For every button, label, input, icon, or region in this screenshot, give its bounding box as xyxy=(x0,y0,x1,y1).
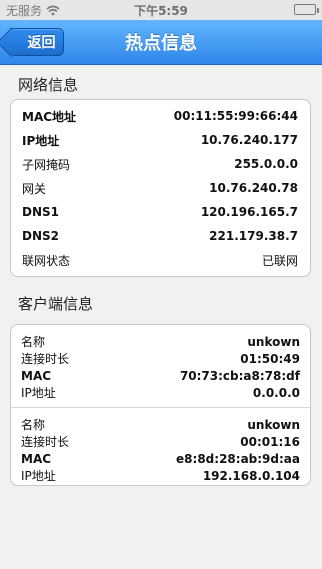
client-mac-value: e8:8d:28:ab:9d:aa xyxy=(176,451,300,466)
mac-address-label: MAC地址 xyxy=(22,109,77,124)
mac-address-value: 00:11:55:99:66:44 xyxy=(173,109,298,123)
client-mac-value: 70:73:cb:a8:78:df xyxy=(179,368,300,383)
gateway-row: 网关 10.76.240.78 xyxy=(11,176,310,200)
clients-card: 名称 unkown 连接时长 01:50:49 MAC 70:73:cb:a8:… xyxy=(10,324,311,486)
subnet-mask-value: 255.0.0.0 xyxy=(234,157,298,171)
client-duration-value: 00:01:16 xyxy=(240,434,300,449)
client-duration-label: 连接时长 xyxy=(21,435,70,449)
client-name-value: unkown xyxy=(247,334,300,349)
ip-address-value: 10.76.240.177 xyxy=(200,133,298,147)
client-ip-row: IP地址 0.0.0.0 xyxy=(21,384,300,401)
client-name-value: unkown xyxy=(247,417,300,432)
ip-address-label: IP地址 xyxy=(22,133,60,148)
network-section-title: 网络信息 xyxy=(18,76,79,94)
nav-bar: 返回 热点信息 xyxy=(0,20,322,65)
network-info-card: MAC地址 00:11:55:99:66:44 IP地址 10.76.240.1… xyxy=(10,99,311,277)
subnet-mask-label: 子网掩码 xyxy=(22,157,71,172)
client-mac-label: MAC xyxy=(21,368,52,383)
client-item: 名称 unkown 连接时长 01:50:49 MAC 70:73:cb:a8:… xyxy=(11,325,310,407)
ip-address-row: IP地址 10.76.240.177 xyxy=(11,128,310,152)
client-duration-value: 01:50:49 xyxy=(240,351,300,366)
mac-address-row: MAC地址 00:11:55:99:66:44 xyxy=(11,104,310,128)
dns1-value: 120.196.165.7 xyxy=(200,205,298,219)
status-time: 下午5:59 xyxy=(134,4,188,18)
gateway-label: 网关 xyxy=(22,181,47,196)
client-ip-label: IP地址 xyxy=(21,386,56,400)
dns1-row: DNS1 120.196.165.7 xyxy=(11,200,310,224)
status-bar: 无服务 下午5:59 xyxy=(0,0,322,20)
client-ip-value: 0.0.0.0 xyxy=(252,385,300,400)
subnet-mask-row: 子网掩码 255.0.0.0 xyxy=(11,152,310,176)
dns2-row: DNS2 221.179.38.7 xyxy=(11,224,310,248)
client-duration-row: 连接时长 00:01:16 xyxy=(21,433,300,450)
clients-section-title: 客户端信息 xyxy=(18,295,94,313)
client-ip-label: IP地址 xyxy=(21,469,56,483)
connection-status-value: 已联网 xyxy=(261,253,298,268)
client-mac-row: MAC 70:73:cb:a8:78:df xyxy=(21,367,300,384)
page-title: 热点信息 xyxy=(125,33,197,54)
client-name-row: 名称 unkown xyxy=(21,416,300,433)
client-name-label: 名称 xyxy=(21,418,46,432)
client-name-label: 名称 xyxy=(21,335,46,349)
client-name-row: 名称 unkown xyxy=(21,333,300,350)
client-ip-row: IP地址 192.168.0.104 xyxy=(21,467,300,484)
client-duration-label: 连接时长 xyxy=(21,352,70,366)
connection-status-row: 联网状态 已联网 xyxy=(11,248,310,272)
battery-icon xyxy=(294,4,319,15)
client-ip-value: 192.168.0.104 xyxy=(202,468,300,483)
client-item: 名称 unkown 连接时长 00:01:16 MAC e8:8d:28:ab:… xyxy=(11,408,310,490)
client-duration-row: 连接时长 01:50:49 xyxy=(21,350,300,367)
dns1-label: DNS1 xyxy=(22,205,59,219)
client-mac-row: MAC e8:8d:28:ab:9d:aa xyxy=(21,450,300,467)
gateway-value: 10.76.240.78 xyxy=(209,181,298,195)
dns2-value: 221.179.38.7 xyxy=(209,229,298,243)
dns2-label: DNS2 xyxy=(22,229,59,243)
connection-status-label: 联网状态 xyxy=(22,253,71,268)
client-mac-label: MAC xyxy=(21,451,52,466)
